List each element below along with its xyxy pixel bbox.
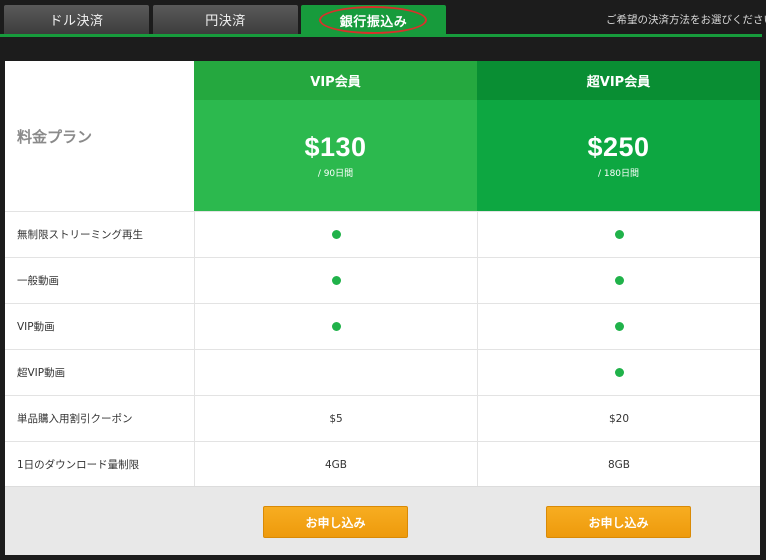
included-dot-icon [614, 322, 624, 331]
plan-column-vip: VIP会員 $130 / 90日間 $5 4GB [194, 61, 477, 487]
pricing-table: 料金プラン 無制限ストリーミング再生 一般動画 VIP動画 超VIP動画 単品購… [5, 61, 760, 555]
feature-label: 単品購入用割引クーポン [5, 395, 194, 441]
feature-cell [194, 303, 477, 349]
apply-vip-button[interactable]: お申し込み [263, 506, 408, 538]
plan-period: / 90日間 [317, 169, 354, 179]
feature-label: 一般動画 [5, 257, 194, 303]
included-dot-icon [331, 322, 341, 331]
included-dot-icon [614, 276, 624, 285]
plan-period: / 180日間 [597, 169, 640, 179]
payment-tabs: ドル決済 円決済 銀行振込み ご希望の決済方法をお選びください [0, 0, 766, 38]
apply-footer: お申し込み お申し込み [5, 486, 760, 555]
included-dot-icon [614, 368, 624, 377]
included-dot-icon [331, 276, 341, 285]
payment-hint: ご希望の決済方法をお選びください [606, 14, 766, 26]
plan-price: $250 [587, 132, 650, 162]
feature-cell: 8GB [477, 441, 760, 487]
plan-name: VIP会員 [194, 61, 477, 100]
included-dot-icon [331, 230, 341, 239]
feature-label: 無制限ストリーミング再生 [5, 211, 194, 257]
plan-price-block: $250 / 180日間 [477, 100, 760, 211]
included-dot-icon [614, 230, 624, 239]
pricing-plan-title: 料金プラン [17, 127, 93, 146]
feature-cell: $20 [477, 395, 760, 441]
tab-yen-payment[interactable]: 円決済 [153, 5, 298, 34]
feature-cell [477, 257, 760, 303]
feature-cell [477, 349, 760, 395]
feature-cell [194, 349, 477, 395]
feature-cell [194, 211, 477, 257]
feature-label: 超VIP動画 [5, 349, 194, 395]
tab-label: ドル決済 [49, 14, 104, 29]
feature-label: VIP動画 [5, 303, 194, 349]
feature-label: 1日のダウンロード量制限 [5, 441, 194, 487]
tab-dollar-payment[interactable]: ドル決済 [4, 5, 149, 34]
tab-label: 円決済 [205, 14, 246, 29]
feature-cell: $5 [194, 395, 477, 441]
feature-cell [194, 257, 477, 303]
feature-cell [477, 211, 760, 257]
plan-price-block: $130 / 90日間 [194, 100, 477, 211]
plan-price: $130 [304, 132, 367, 162]
tab-label: 銀行振込み [339, 15, 408, 30]
tab-underline [0, 34, 762, 37]
plan-name: 超VIP会員 [477, 61, 760, 100]
feature-label-column: 料金プラン 無制限ストリーミング再生 一般動画 VIP動画 超VIP動画 単品購… [5, 61, 194, 487]
apply-super-vip-button[interactable]: お申し込み [546, 506, 691, 538]
plan-column-super-vip: 超VIP会員 $250 / 180日間 $20 8GB [477, 61, 760, 487]
tab-bank-transfer[interactable]: 銀行振込み [301, 5, 446, 36]
feature-cell: 4GB [194, 441, 477, 487]
feature-cell [477, 303, 760, 349]
